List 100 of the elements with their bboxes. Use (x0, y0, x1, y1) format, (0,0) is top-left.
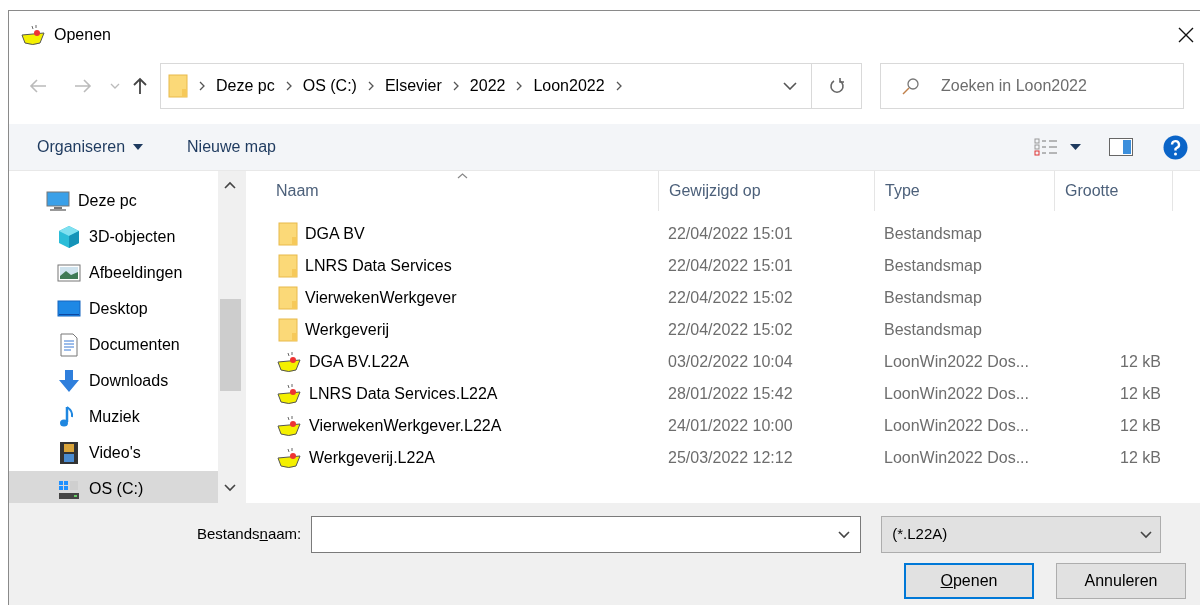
search-icon (902, 77, 920, 95)
file-size: 12 kB (1120, 448, 1161, 468)
file-name: DGA BV (305, 224, 365, 244)
film-icon (57, 441, 81, 465)
modified-date: 25/03/2022 12:12 (667, 448, 794, 468)
chevron-right-icon[interactable] (199, 81, 205, 91)
modified-date: 24/01/2022 10:00 (667, 416, 794, 436)
modified-date: 22/04/2022 15:01 (667, 224, 794, 244)
file-type: LoonWin2022 Dos... (883, 352, 1030, 372)
chevron-right-icon[interactable] (615, 81, 622, 91)
sidebar-item[interactable]: Afbeeldingen (9, 255, 218, 291)
scrollbar-thumb[interactable] (219, 299, 241, 391)
folder-icon (278, 318, 298, 342)
chevron-right-icon[interactable] (452, 81, 459, 91)
refresh-icon (828, 77, 845, 95)
chevron-right-icon[interactable] (367, 81, 374, 91)
sort-up-icon (457, 173, 468, 179)
document-icon (57, 333, 81, 357)
chevron-right-icon[interactable] (516, 81, 523, 91)
scroll-up-icon[interactable] (224, 181, 236, 189)
sidebar-item[interactable]: Downloads (9, 363, 218, 399)
file-type: LoonWin2022 Dos... (883, 416, 1030, 436)
preview-pane-icon[interactable] (1109, 138, 1133, 156)
modified-date: 22/04/2022 15:02 (667, 320, 794, 340)
app-icon (20, 23, 46, 46)
file-name: VierwekenWerkgever (305, 288, 457, 308)
filename-field[interactable] (311, 516, 862, 553)
file-row[interactable]: DGA BV.L22A 03/02/2022 10:04 LoonWin2022 Dos... 12 kB (246, 346, 1200, 378)
file-size: 12 kB (1120, 416, 1161, 436)
dialog-button[interactable]: Openen (904, 563, 1034, 599)
cube-icon (57, 225, 81, 249)
toolbar-button[interactable]: Organiseren (37, 135, 144, 159)
file-type: LoonWin2022 Dos... (883, 384, 1030, 404)
chevron-down-icon[interactable] (1140, 530, 1153, 539)
file-size: 12 kB (1120, 384, 1161, 404)
file-type: Bestandsmap (883, 256, 983, 276)
file-name: VierwekenWerkgever.L22A (309, 416, 502, 436)
chevron-down-icon[interactable] (838, 530, 851, 539)
file-type: Bestandsmap (883, 320, 983, 340)
chevron-right-icon[interactable] (285, 81, 292, 91)
column-header[interactable]: Grootte (1054, 171, 1173, 211)
file-row[interactable]: DGA BV 22/04/2022 15:01 Bestandsmap (246, 218, 1200, 250)
download-icon (57, 369, 81, 393)
modified-date: 03/02/2022 10:04 (667, 352, 794, 372)
close-icon[interactable] (1178, 26, 1194, 43)
file-name: DGA BV.L22A (309, 352, 409, 372)
breadcrumb[interactable]: Deze pc (216, 74, 275, 98)
file-type: LoonWin2022 Dos... (883, 448, 1030, 468)
monitor-icon (46, 189, 70, 213)
breadcrumb[interactable]: Loon2022 (533, 74, 605, 98)
sidebar-item[interactable]: Muziek (9, 399, 218, 435)
sidebar-item[interactable]: Video's (9, 435, 218, 471)
file-row[interactable]: VierwekenWerkgever.L22A 24/01/2022 10:00 LoonWin2022 Dos... 12 kB (246, 410, 1200, 442)
folder-icon (278, 286, 298, 310)
file-name: Werkgeverij (305, 320, 390, 340)
sidebar-item[interactable]: Desktop (9, 291, 218, 327)
window-title: Openen (54, 24, 111, 45)
search-field[interactable]: Zoeken in Loon2022 (880, 63, 1184, 109)
file-row[interactable]: Werkgeverij 22/04/2022 15:02 Bestandsmap (246, 314, 1200, 346)
app-icon (276, 351, 302, 373)
folder-icon (278, 254, 298, 278)
modified-date: 28/01/2022 15:42 (667, 384, 794, 404)
file-name: LNRS Data Services.L22A (309, 384, 498, 404)
refresh-button[interactable] (812, 63, 862, 109)
dialog-button[interactable]: Annuleren (1056, 563, 1186, 599)
address-bar[interactable]: Deze pc OS (C:) Elsevier 2022 Loon2022 (160, 63, 812, 109)
file-row[interactable]: VierwekenWerkgever 22/04/2022 15:02 Bestandsmap (246, 282, 1200, 314)
app-icon (276, 447, 302, 469)
app-icon (276, 383, 302, 405)
file-name: Werkgeverij.L22A (309, 448, 435, 468)
sidebar-item[interactable]: Deze pc (9, 183, 218, 219)
column-header[interactable]: Type (874, 171, 1054, 211)
up-arrow-icon[interactable] (132, 77, 148, 95)
folder-icon (168, 74, 188, 98)
file-row[interactable]: LNRS Data Services 22/04/2022 15:01 Bestandsmap (246, 250, 1200, 282)
filename-label: Bestandsnaam: (197, 524, 302, 545)
toolbar-button[interactable]: Nieuwe map (187, 135, 276, 159)
caret-icon[interactable] (1070, 144, 1081, 150)
app-icon (276, 415, 302, 437)
file-size: 12 kB (1120, 352, 1161, 372)
sidebar-item[interactable]: 3D-objecten (9, 219, 218, 255)
modified-date: 22/04/2022 15:01 (667, 256, 794, 276)
breadcrumb[interactable]: Elsevier (384, 74, 442, 98)
column-header[interactable]: Naam (246, 171, 658, 211)
scroll-down-icon[interactable] (224, 484, 236, 492)
file-row[interactable]: LNRS Data Services.L22A 28/01/2022 15:42 LoonWin2022 Dos... 12 kB (246, 378, 1200, 410)
file-type: Bestandsmap (883, 288, 983, 308)
sidebar-item[interactable]: OS (C:) (9, 471, 218, 503)
breadcrumb[interactable]: OS (C:) (302, 74, 357, 98)
sidebar-item[interactable]: Documenten (9, 327, 218, 363)
file-type-select[interactable]: (*.L22A) (881, 516, 1162, 553)
modified-date: 22/04/2022 15:02 (667, 288, 794, 308)
image-icon (57, 261, 81, 285)
folder-icon (278, 222, 298, 246)
chevron-down-icon[interactable] (783, 82, 797, 90)
file-name: LNRS Data Services (305, 256, 452, 276)
column-header[interactable]: Gewijzigd op (658, 171, 874, 211)
breadcrumb[interactable]: 2022 (469, 74, 506, 98)
file-row[interactable]: Werkgeverij.L22A 25/03/2022 12:12 LoonWin2022 Dos... 12 kB (246, 442, 1200, 474)
help-icon[interactable] (1163, 134, 1188, 160)
